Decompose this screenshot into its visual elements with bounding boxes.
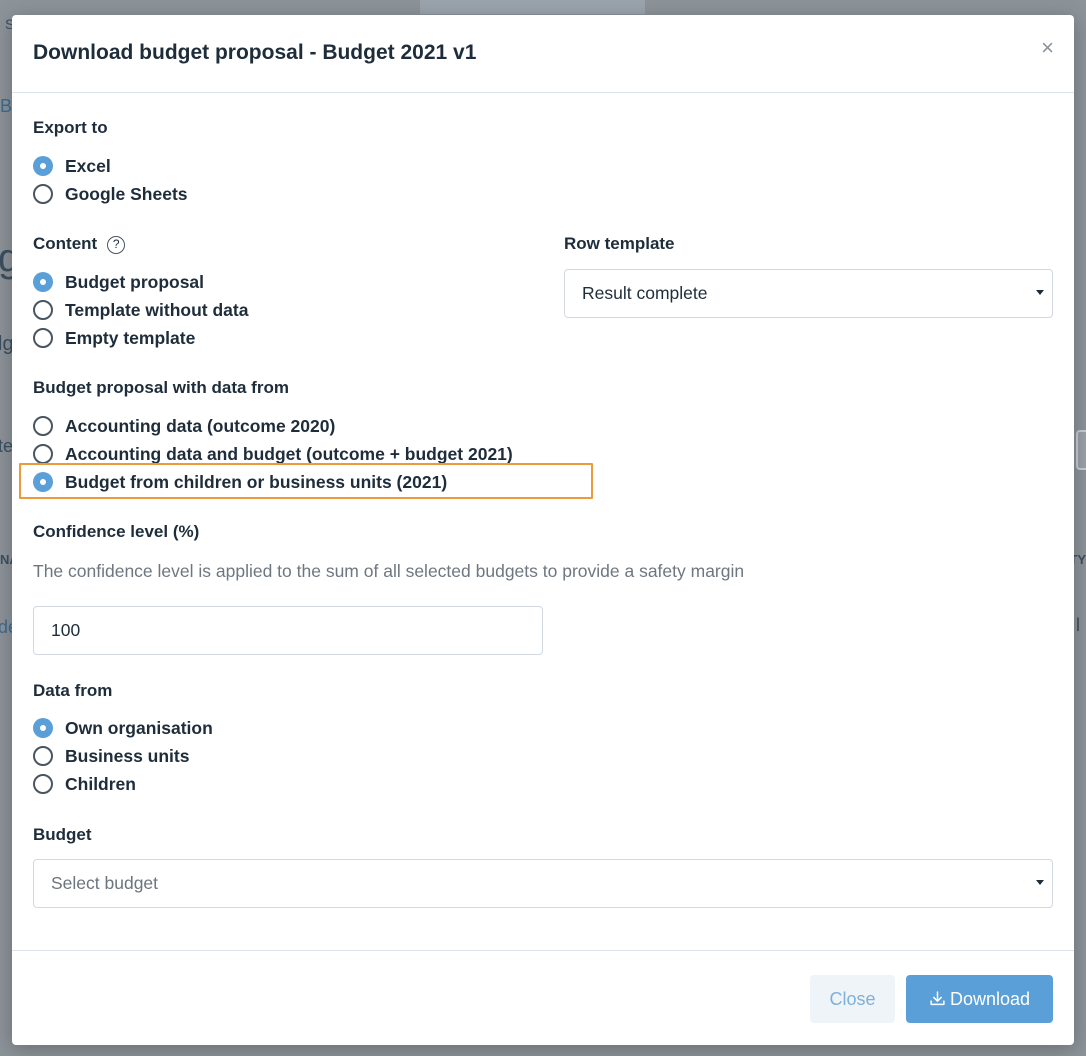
confidence-hint: The confidence level is applied to the s… bbox=[33, 561, 745, 581]
background-input-fragment bbox=[1076, 430, 1086, 470]
download-budget-modal: Download budget proposal - Budget 2021 v… bbox=[12, 15, 1074, 1045]
confidence-label: Confidence level (%) bbox=[33, 522, 200, 541]
radio-button[interactable] bbox=[33, 746, 53, 766]
close-button[interactable]: Close bbox=[810, 975, 895, 1023]
radio-label: Children bbox=[65, 773, 136, 794]
radio-button-checked[interactable] bbox=[33, 272, 53, 292]
radio-google-sheets[interactable]: Google Sheets bbox=[33, 182, 188, 206]
radio-button[interactable] bbox=[33, 300, 53, 320]
download-label: Download bbox=[949, 989, 1031, 1009]
highlight-box bbox=[19, 463, 593, 499]
background-text-fragment: l bbox=[1076, 615, 1080, 635]
radio-empty-template[interactable]: Empty template bbox=[33, 326, 195, 350]
background-topbar bbox=[420, 0, 645, 14]
download-icon bbox=[930, 991, 945, 1006]
radio-button[interactable] bbox=[33, 328, 53, 348]
budget-select[interactable]: Select budget bbox=[33, 859, 1053, 908]
row-template-select[interactable]: Result complete bbox=[564, 269, 1053, 318]
budget-select-placeholder: Select budget bbox=[51, 873, 159, 893]
radio-children[interactable]: Children bbox=[33, 772, 136, 796]
modal-title: Download budget proposal - Budget 2021 v… bbox=[33, 41, 477, 64]
radio-label: Own organisation bbox=[65, 717, 213, 738]
radio-label: Business units bbox=[65, 745, 190, 766]
radio-button[interactable] bbox=[33, 416, 53, 436]
background-link-fragment: B bbox=[0, 96, 13, 116]
close-icon[interactable]: × bbox=[1041, 37, 1054, 59]
radio-budget-proposal[interactable]: Budget proposal bbox=[33, 270, 204, 294]
row-template-value: Result complete bbox=[582, 283, 708, 303]
radio-label: Template without data bbox=[65, 299, 249, 320]
radio-button[interactable] bbox=[33, 184, 53, 204]
radio-button[interactable] bbox=[33, 774, 53, 794]
caret-down-icon bbox=[1036, 290, 1044, 295]
modal-header: Download budget proposal - Budget 2021 v… bbox=[12, 15, 1074, 93]
data-from-label: Data from bbox=[33, 681, 113, 700]
budget-label: Budget bbox=[33, 825, 92, 844]
radio-label: Accounting data (outcome 2020) bbox=[65, 415, 336, 436]
radio-own-organisation[interactable]: Own organisation bbox=[33, 716, 213, 740]
download-button[interactable]: Download bbox=[906, 975, 1053, 1023]
radio-label: Empty template bbox=[65, 327, 196, 348]
content-label-text: Content bbox=[33, 234, 98, 253]
caret-down-icon bbox=[1036, 880, 1044, 885]
radio-label: Excel bbox=[65, 155, 111, 176]
content-label: Content? bbox=[33, 234, 126, 254]
radio-accounting-data[interactable]: Accounting data (outcome 2020) bbox=[33, 414, 335, 438]
radio-excel[interactable]: Excel bbox=[33, 154, 111, 178]
modal-footer: Close Download bbox=[12, 950, 1074, 1045]
data-source-label: Budget proposal with data from bbox=[33, 378, 289, 397]
radio-label: Google Sheets bbox=[65, 183, 188, 204]
radio-label: Budget proposal bbox=[65, 271, 205, 292]
radio-button-checked[interactable] bbox=[33, 156, 53, 176]
confidence-input[interactable]: 100 bbox=[33, 606, 543, 655]
radio-label: Accounting data and budget (outcome + bu… bbox=[65, 443, 513, 464]
radio-template-without-data[interactable]: Template without data bbox=[33, 298, 248, 322]
radio-button-checked[interactable] bbox=[33, 718, 53, 738]
modal-body: Export to Excel Google Sheets Content? B… bbox=[12, 93, 1074, 951]
row-template-label: Row template bbox=[564, 234, 675, 253]
radio-business-units[interactable]: Business units bbox=[33, 744, 189, 768]
export-to-label: Export to bbox=[33, 118, 108, 137]
radio-button[interactable] bbox=[33, 444, 53, 464]
help-icon[interactable]: ? bbox=[107, 236, 126, 254]
